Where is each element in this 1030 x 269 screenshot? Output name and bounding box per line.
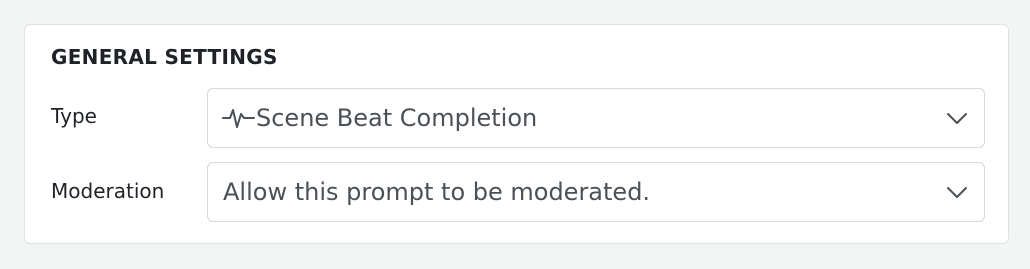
moderation-label: Moderation	[51, 179, 165, 203]
activity-pulse-icon	[222, 106, 256, 130]
chevron-down-icon[interactable]	[945, 106, 969, 130]
chevron-down-icon[interactable]	[945, 180, 969, 204]
moderation-select[interactable]: Allow this prompt to be moderated.	[207, 162, 985, 222]
type-select[interactable]: Scene Beat Completion	[207, 88, 985, 148]
section-title: GENERAL SETTINGS	[51, 45, 278, 69]
type-label: Type	[51, 104, 97, 128]
type-select-value: Scene Beat Completion	[256, 104, 538, 132]
moderation-select-value: Allow this prompt to be moderated.	[223, 178, 651, 206]
general-settings-panel: GENERAL SETTINGS Type Scene Beat Complet…	[24, 24, 1009, 244]
